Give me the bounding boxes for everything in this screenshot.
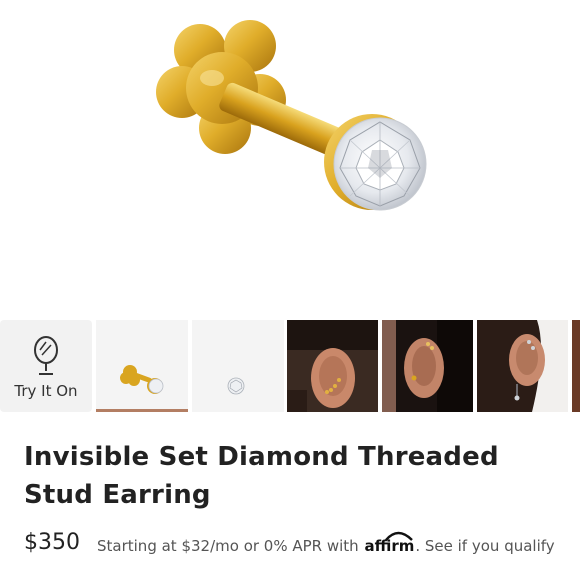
thumbnail-model-ear-4-partial[interactable] (572, 320, 580, 412)
thumbnail-model-ear-1[interactable] (287, 320, 378, 412)
ear-photo-1 (287, 320, 378, 412)
affirm-arc-icon (385, 531, 414, 541)
try-it-on-button[interactable]: Try It On (0, 320, 92, 412)
price-row: $350 Starting at $32/mo or 0% APR with a… (24, 530, 580, 564)
mirror-icon (34, 336, 58, 375)
selected-indicator (96, 409, 188, 412)
financing-offer: Starting at $32/mo or 0% APR with affirm… (97, 531, 555, 555)
thumbnail-strip: Try It On (0, 320, 580, 412)
earring-thumbnail (120, 365, 164, 394)
earring-illustration (156, 20, 427, 211)
product-title: Invisible Set Diamond Threaded Stud Earr… (24, 442, 499, 510)
affirm-logo: affirm (364, 531, 414, 555)
flower-back (156, 20, 286, 154)
thumbnail-model-ear-3[interactable] (477, 320, 568, 412)
financing-text: Starting at $32/mo or 0% APR with (97, 537, 359, 555)
product-hero-image[interactable] (0, 0, 580, 318)
diamond (333, 117, 427, 211)
thumbnail-model-ear-2[interactable] (382, 320, 473, 412)
ear-photo-4 (572, 320, 580, 412)
ear-photo-2 (382, 320, 473, 412)
thumbnail-product-angle[interactable] (96, 320, 188, 412)
see-if-you-qualify-link[interactable]: . See if you qualify (415, 537, 554, 555)
diamond-thumbnail (227, 377, 245, 395)
try-it-on-label: Try It On (14, 382, 78, 400)
ear-photo-3 (477, 320, 568, 412)
product-price: $350 (24, 530, 80, 555)
thumbnail-product-front[interactable] (192, 320, 284, 412)
